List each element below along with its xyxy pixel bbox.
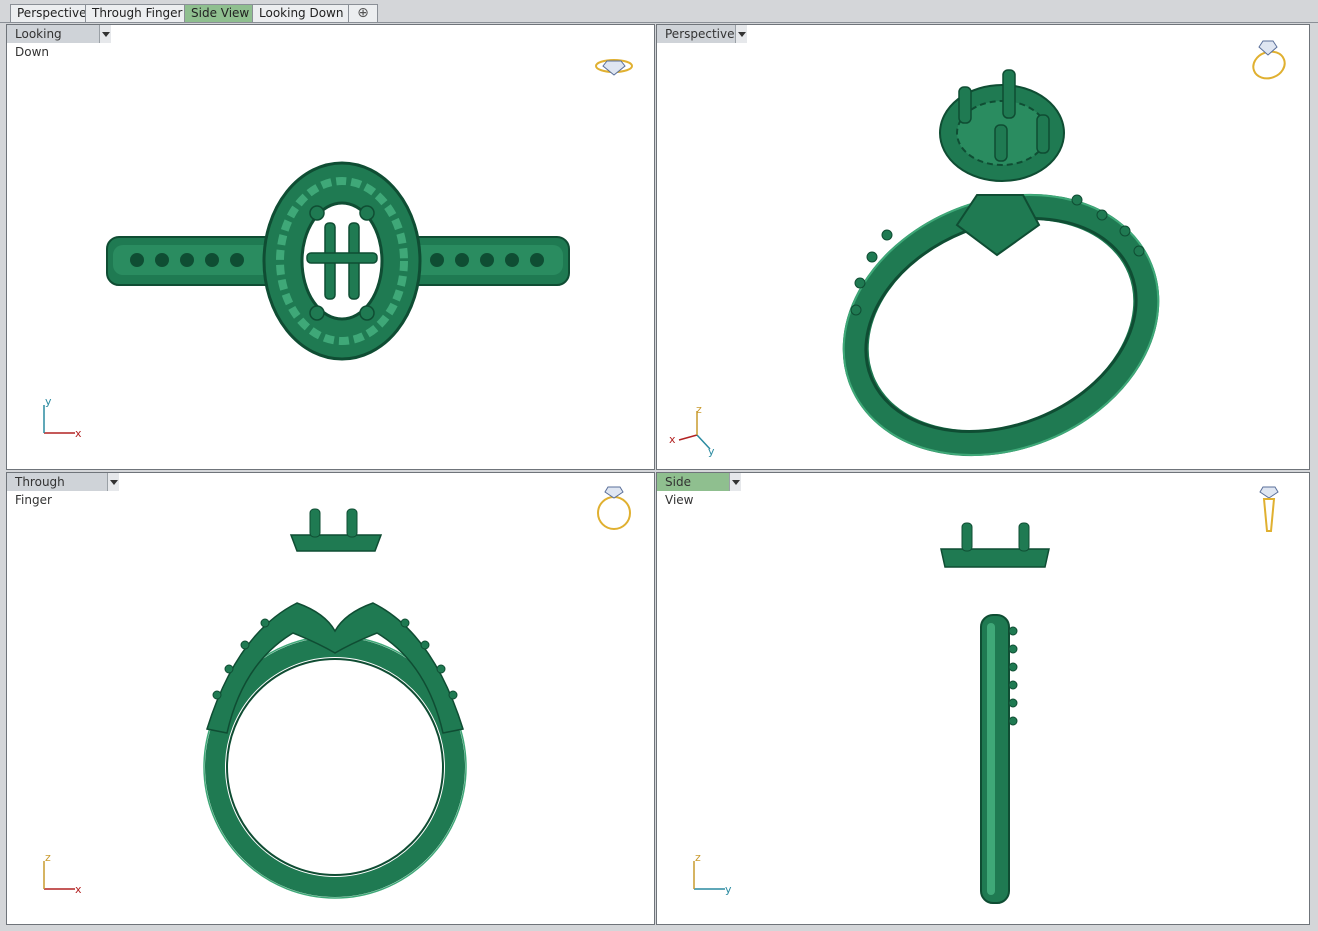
viewport-canvas[interactable]: x y z bbox=[657, 25, 1309, 469]
shank-beads bbox=[1008, 626, 1018, 726]
axis-z-label: z bbox=[696, 403, 702, 416]
prong-left bbox=[961, 522, 973, 552]
viewport-canvas[interactable]: x y bbox=[7, 25, 654, 469]
axis-z-label: z bbox=[695, 851, 701, 864]
band-inner-edge bbox=[226, 658, 444, 876]
ring-top-icon[interactable] bbox=[595, 59, 633, 76]
axis-y-label: y bbox=[725, 883, 732, 896]
viewport-canvas[interactable]: x z bbox=[7, 473, 654, 924]
head-profile bbox=[289, 534, 383, 552]
prong-right bbox=[346, 508, 358, 538]
head-profile bbox=[940, 548, 1050, 568]
ring-front-icon[interactable] bbox=[597, 486, 631, 530]
axis-y-label: y bbox=[45, 395, 52, 408]
tab-through-finger[interactable]: Through Finger bbox=[85, 4, 190, 22]
viewport-looking-down[interactable]: Looking Down x y bbox=[6, 24, 655, 470]
viewport-perspective[interactable]: Perspective x y z bbox=[656, 24, 1310, 470]
axis-x-label: x bbox=[75, 883, 82, 896]
add-tab-button[interactable]: ⊕ bbox=[348, 4, 378, 22]
prong-left bbox=[309, 508, 321, 538]
tab-perspective[interactable]: Perspective bbox=[10, 4, 94, 22]
shank-highlight bbox=[987, 623, 995, 895]
viewport-through-finger[interactable]: Through Finger x z bbox=[6, 472, 655, 925]
plus-icon: ⊕ bbox=[357, 5, 369, 21]
axis-widget bbox=[678, 411, 711, 450]
viewport-side-view[interactable]: Side View y z bbox=[656, 472, 1310, 925]
axis-widget bbox=[693, 861, 725, 890]
tab-looking-down[interactable]: Looking Down bbox=[252, 4, 351, 22]
prong-right bbox=[1018, 522, 1030, 552]
ring-band bbox=[205, 637, 465, 897]
viewport-canvas[interactable]: y z bbox=[657, 473, 1309, 924]
axis-y-label: y bbox=[708, 445, 715, 458]
axis-z-label: z bbox=[45, 851, 51, 864]
axis-x-label: x bbox=[75, 427, 82, 440]
tab-side-view[interactable]: Side View bbox=[184, 4, 257, 22]
ring-shoulders bbox=[206, 602, 464, 734]
viewport-tab-bar: Perspective Through Finger Side View Loo… bbox=[0, 0, 1318, 24]
tab-bar-divider bbox=[0, 22, 1318, 23]
ring-side-icon[interactable] bbox=[1259, 486, 1279, 532]
ring-perspective-icon[interactable] bbox=[1250, 40, 1289, 83]
axis-widget bbox=[43, 405, 75, 434]
axis-widget bbox=[43, 861, 75, 890]
axis-x-label: x bbox=[669, 433, 676, 446]
